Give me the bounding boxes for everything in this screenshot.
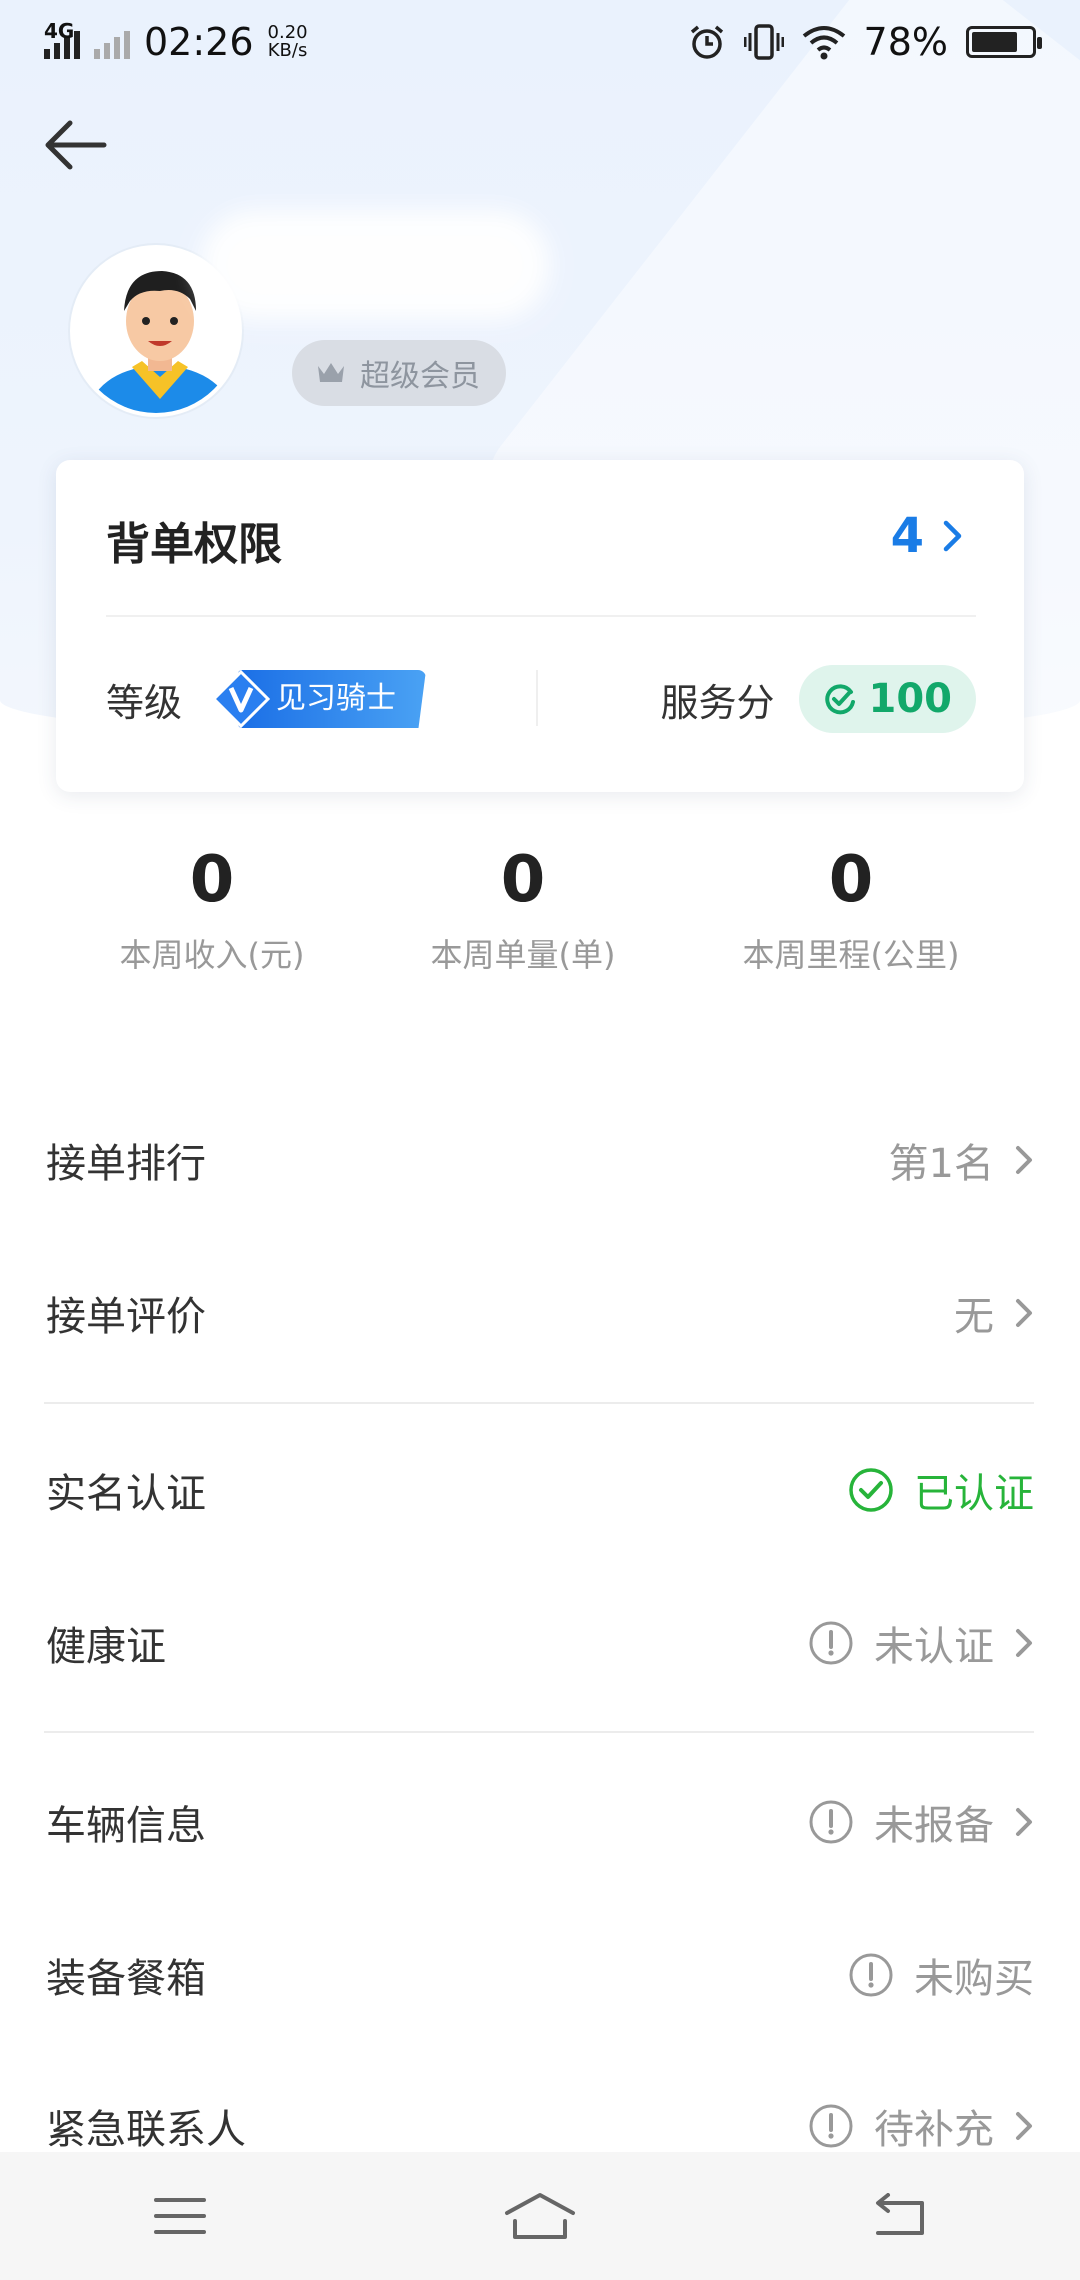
stat-income-label: 本周收入(元) xyxy=(119,936,305,974)
card-divider xyxy=(106,615,976,617)
level-badge-text: 见习骑士 xyxy=(276,681,397,716)
stat-income-value: 0 xyxy=(189,843,235,917)
super-member-badge[interactable]: 超级会员 xyxy=(292,340,506,406)
order-ranking-value-group: 第1名 xyxy=(889,1131,1034,1189)
menu-button[interactable] xyxy=(130,2176,230,2256)
realname-auth-value: 已认证 xyxy=(914,1471,1034,1517)
card-vertical-divider xyxy=(536,670,538,726)
emergency-contact-label: 紧急联系人 xyxy=(46,2107,246,2153)
signal-icon-2 xyxy=(94,25,130,59)
service-score-pill: 100 xyxy=(798,665,976,733)
card-title: 背单权限 xyxy=(106,519,282,570)
list-item-health-certificate[interactable]: 健康证 未认证 xyxy=(46,1593,1034,1693)
crown-icon xyxy=(318,363,344,382)
battery-icon xyxy=(966,26,1042,58)
vehicle-info-value: 未报备 xyxy=(874,1803,994,1849)
back-icon xyxy=(876,2193,924,2235)
equipment-box-value-group: 未购买 xyxy=(848,1946,1034,2004)
stat-mileage-label: 本周里程(公里) xyxy=(742,936,960,974)
network-speed-unit: KB/s xyxy=(267,40,308,61)
realname-auth-value-group: 已认证 xyxy=(848,1461,1034,1519)
signal-icon: 4G xyxy=(44,19,80,59)
status-time: 02:26 xyxy=(144,20,254,64)
super-member-label: 超级会员 xyxy=(360,359,480,394)
chevron-right-icon xyxy=(1016,1808,1032,1836)
chevron-right-icon xyxy=(1016,1146,1032,1174)
exclamation-circle-icon xyxy=(809,1621,853,1665)
health-certificate-value: 未认证 xyxy=(874,1624,994,1670)
permission-count: 4 xyxy=(890,508,924,564)
check-circle-icon xyxy=(849,1468,893,1512)
status-bar: 4G 02:26 0.20 KB/s 78% xyxy=(0,0,1080,84)
chevron-right-icon xyxy=(1016,2112,1032,2140)
stat-orders-value: 0 xyxy=(500,843,546,917)
order-review-value-group: 无 xyxy=(954,1284,1034,1342)
network-type: 4G xyxy=(44,19,75,43)
level-label: 等级 xyxy=(106,680,183,725)
service-score-value: 100 xyxy=(868,676,953,722)
menu-icon xyxy=(154,2198,206,2234)
stat-orders: 0 本周单量(单) xyxy=(423,840,623,976)
username-redacted xyxy=(200,210,550,320)
home-icon xyxy=(505,2193,575,2239)
realname-auth-label: 实名认证 xyxy=(46,1471,206,1517)
wifi-icon xyxy=(802,26,845,60)
health-certificate-value-group: 未认证 xyxy=(808,1614,1034,1672)
list-item-order-ranking[interactable]: 接单排行 第1名 xyxy=(46,1110,1034,1210)
system-nav-bar xyxy=(0,2152,1080,2280)
stat-mileage: 0 本周里程(公里) xyxy=(726,840,976,976)
emergency-contact-value-group: 待补充 xyxy=(808,2097,1034,2155)
chevron-right-icon xyxy=(1016,1299,1032,1327)
section-divider xyxy=(44,1402,1034,1404)
v-diamond-icon xyxy=(212,670,271,728)
stat-mileage-value: 0 xyxy=(828,843,874,917)
alarm-icon xyxy=(690,25,723,59)
vibrate-icon xyxy=(743,24,784,60)
exclamation-circle-icon xyxy=(849,1953,893,1997)
chevron-right-icon xyxy=(1016,1629,1032,1657)
list-item-vehicle-info[interactable]: 车辆信息 未报备 xyxy=(46,1772,1034,1872)
service-score-label: 服务分 xyxy=(660,680,775,725)
list-item-order-review[interactable]: 接单评价 无 xyxy=(46,1263,1034,1363)
permission-count-link[interactable]: 4 xyxy=(891,508,964,564)
section-divider xyxy=(44,1731,1034,1733)
network-speed: 0.20 KB/s xyxy=(268,24,308,60)
arrow-left-icon xyxy=(45,120,107,170)
stat-orders-label: 本周单量(单) xyxy=(430,936,616,974)
vehicle-info-value-group: 未报备 xyxy=(808,1793,1034,1851)
health-certificate-label: 健康证 xyxy=(46,1624,166,1670)
level-badge[interactable]: 见习骑士 xyxy=(212,670,428,728)
stat-income: 0 本周收入(元) xyxy=(112,840,312,976)
gauge-check-icon xyxy=(824,684,855,715)
chevron-right-icon xyxy=(943,520,962,552)
list-item-realname-auth[interactable]: 实名认证 已认证 xyxy=(46,1440,1034,1540)
exclamation-circle-icon xyxy=(809,2104,853,2148)
exclamation-circle-icon xyxy=(809,1800,853,1844)
order-review-value: 无 xyxy=(954,1294,994,1340)
emergency-contact-value: 待补充 xyxy=(874,2107,994,2153)
system-back-button[interactable] xyxy=(850,2176,950,2256)
order-permission-card: 背单权限 4 等级 见习骑士 服务分 100 xyxy=(56,460,1024,792)
order-ranking-value: 第1名 xyxy=(888,1141,994,1187)
equipment-box-label: 装备餐箱 xyxy=(46,1956,206,2002)
back-button[interactable] xyxy=(40,115,110,175)
equipment-box-value: 未购买 xyxy=(914,1956,1034,2002)
home-button[interactable] xyxy=(490,2176,590,2256)
weekly-stats: 0 本周收入(元) 0 本周单量(单) 0 本周里程(公里) xyxy=(0,840,1080,990)
order-ranking-label: 接单排行 xyxy=(46,1141,206,1187)
vehicle-info-label: 车辆信息 xyxy=(46,1803,206,1849)
service-score-section[interactable]: 服务分 100 xyxy=(660,665,976,733)
battery-percent: 78% xyxy=(863,20,948,64)
level-section: 等级 见习骑士 xyxy=(106,670,428,728)
order-review-label: 接单评价 xyxy=(46,1294,206,1340)
list-item-equipment-box[interactable]: 装备餐箱 未购买 xyxy=(46,1925,1034,2025)
